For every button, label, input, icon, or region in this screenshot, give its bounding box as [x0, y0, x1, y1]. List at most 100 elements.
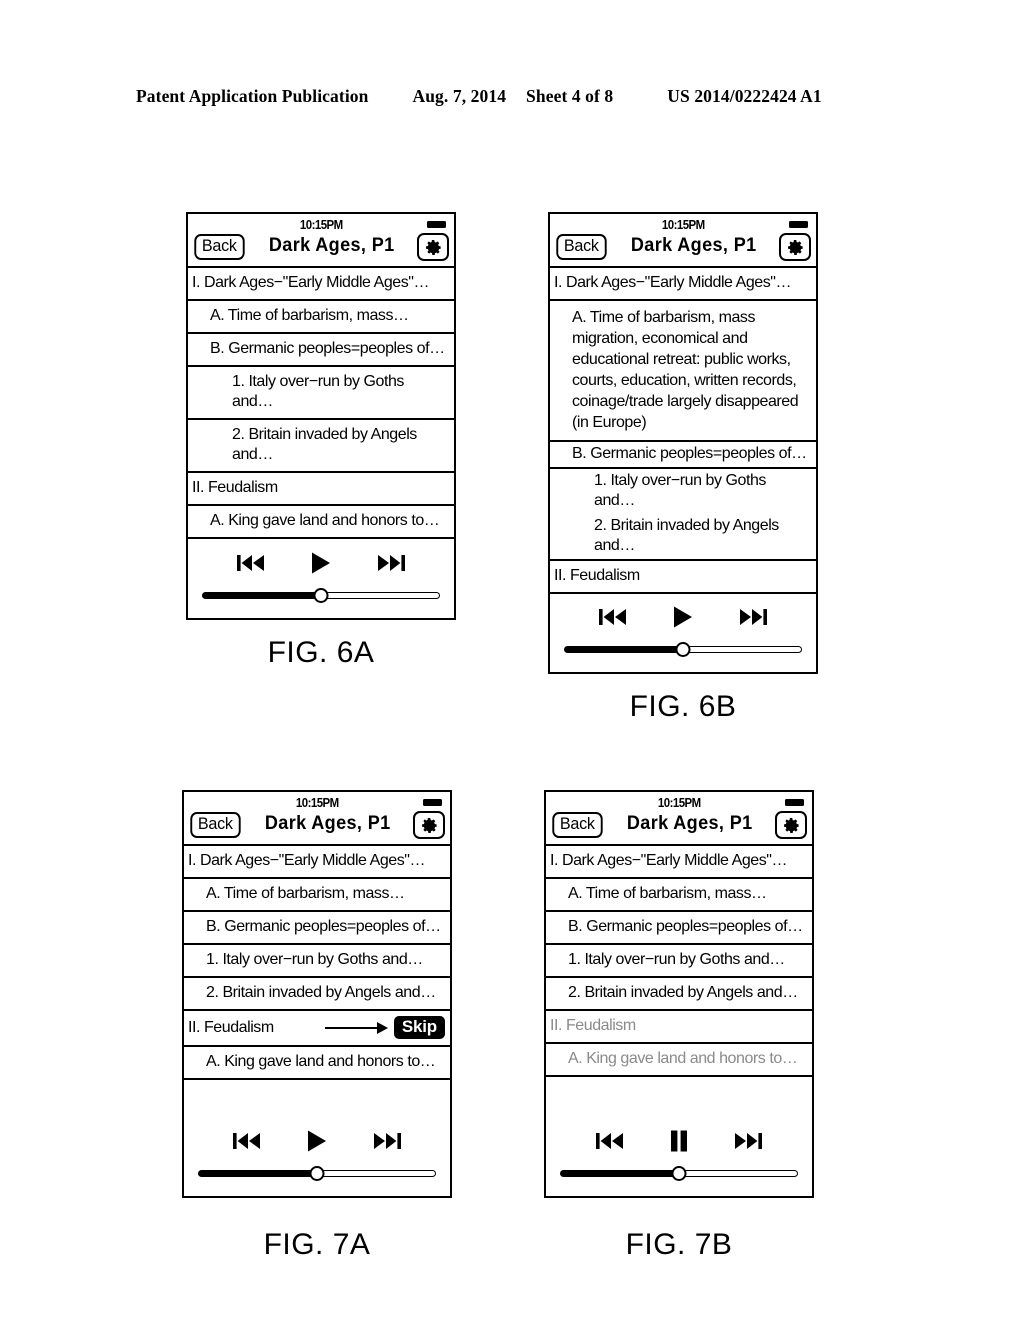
outline-row-label: A. King gave land and honors to… [206, 1053, 436, 1070]
outline-row-label: 1. Italy over−run by Goths and… [568, 951, 785, 968]
clock-label: 10:15PM [299, 217, 343, 232]
outline-row[interactable]: 2. Britain invaded by Angels and… [188, 420, 454, 473]
progress-fill [564, 645, 683, 653]
progress-remaining [683, 645, 802, 653]
outline-row[interactable]: B. Germanic peoples=peoples of… [188, 334, 454, 367]
outline-row[interactable]: B. Germanic peoples=peoples of… [550, 442, 816, 469]
play-icon[interactable] [310, 551, 332, 575]
outline-row-label: 1. Italy over−run by Goths and… [206, 951, 423, 968]
outline-row[interactable]: II. Feudalism Skip [184, 1011, 450, 1047]
settings-button[interactable] [413, 811, 445, 839]
outline-row-label: A. Time of barbarism, mass… [206, 885, 405, 902]
outline-row[interactable]: II. Feudalism [550, 561, 816, 594]
outline-row-label: A. Time of barbarism, mass… [568, 885, 767, 902]
outline-row[interactable]: A. King gave land and honors to… [188, 506, 454, 539]
skip-backward-icon[interactable] [236, 552, 266, 574]
patent-sheet-label: Sheet 4 of 8 [526, 86, 614, 106]
progress-slider[interactable] [550, 633, 816, 672]
outline-row[interactable]: A. King gave land and honors to… [184, 1047, 450, 1080]
outline-row-label: A. Time of barbarism, mass migration, ec… [572, 309, 799, 431]
transport-controls [546, 1118, 812, 1157]
back-button[interactable]: Back [556, 234, 607, 260]
outline-row-label: B. Germanic peoples=peoples of… [572, 445, 807, 462]
skip-button[interactable]: Skip [393, 1016, 445, 1039]
outline-row[interactable]: II. Feudalism [188, 473, 454, 506]
outline-row-label: 1. Italy over−run by Goths and… [594, 472, 766, 509]
play-icon[interactable] [306, 1129, 328, 1153]
settings-button[interactable] [775, 811, 807, 839]
outline-row-label: 1. Italy over−run by Goths and… [232, 373, 404, 410]
progress-track[interactable] [564, 641, 802, 657]
outline-row[interactable]: I. Dark Ages−"Early Middle Ages"… [546, 846, 812, 879]
outline-row[interactable]: 2. Britain invaded by Angels and… [184, 978, 450, 1011]
progress-track[interactable] [202, 587, 440, 603]
outline-row-label: A. King gave land and honors to… [210, 512, 440, 529]
settings-button[interactable] [779, 233, 811, 261]
clock-label: 10:15PM [661, 217, 705, 232]
outline-row[interactable]: A. Time of barbarism, mass… [184, 879, 450, 912]
figure-caption-6a: FIG. 6A [267, 636, 375, 669]
battery-icon [789, 221, 808, 228]
back-button[interactable]: Back [552, 812, 603, 838]
outline-row[interactable]: A. Time of barbarism, mass… [188, 301, 454, 334]
back-button[interactable]: Back [190, 812, 241, 838]
outline-row[interactable]: I. Dark Ages−"Early Middle Ages"… [184, 846, 450, 879]
outline-list: I. Dark Ages−"Early Middle Ages"… A. Time… [550, 268, 816, 594]
device-screen-7a: 10:15PM Back Dark Ages, P1 I. Dark Ages−"Ea… [182, 790, 452, 1198]
outline-row[interactable]: 2. Britain invaded by Angels and… [550, 514, 816, 561]
gear-icon [420, 816, 439, 835]
outline-row[interactable]: 1. Italy over−run by Goths and… [184, 945, 450, 978]
progress-fill [198, 1169, 317, 1177]
skip-backward-icon[interactable] [232, 1130, 262, 1152]
outline-row-label: 2. Britain invaded by Angels and… [232, 426, 417, 463]
progress-track[interactable] [198, 1165, 436, 1181]
titlebar: 10:15PM Back Dark Ages, P1 [546, 792, 812, 846]
outline-row-label: II. Feudalism [192, 479, 278, 496]
outline-row[interactable]: A. Time of barbarism, mass migration, ec… [550, 301, 816, 442]
outline-row[interactable]: I. Dark Ages−"Early Middle Ages"… [188, 268, 454, 301]
outline-row[interactable]: A. King gave land and honors to… [546, 1044, 812, 1077]
outline-row[interactable]: 1. Italy over−run by Goths and… [550, 469, 816, 514]
skip-forward-icon[interactable] [372, 1130, 402, 1152]
progress-thumb[interactable] [309, 1165, 325, 1181]
skip-backward-icon[interactable] [598, 606, 628, 628]
outline-row-label: II. Feudalism [188, 1018, 274, 1036]
skip-forward-icon[interactable] [376, 552, 406, 574]
titlebar: 10:15PM Back Dark Ages, P1 [550, 214, 816, 268]
outline-row[interactable]: 1. Italy over−run by Goths and… [546, 945, 812, 978]
device-screen-6a: 10:15PM Back Dark Ages, P1 I. Dark Ages−"Ea… [186, 212, 456, 620]
outline-row-label: I. Dark Ages−"Early Middle Ages"… [554, 274, 792, 291]
patent-header: Patent Application Publication Aug. 7, 2… [136, 86, 888, 107]
skip-backward-icon[interactable] [595, 1130, 625, 1152]
progress-remaining [321, 591, 440, 599]
clock-label: 10:15PM [295, 795, 339, 810]
outline-row-label: I. Dark Ages−"Early Middle Ages"… [550, 852, 788, 869]
progress-slider[interactable] [188, 579, 454, 618]
gear-icon [786, 238, 805, 257]
outline-row[interactable]: 2. Britain invaded by Angels and… [546, 978, 812, 1011]
pause-icon[interactable] [669, 1129, 689, 1153]
progress-slider[interactable] [546, 1157, 812, 1196]
progress-thumb[interactable] [675, 641, 691, 657]
outline-row[interactable]: II. Feudalism [546, 1011, 812, 1044]
progress-track[interactable] [560, 1165, 798, 1181]
play-icon[interactable] [672, 605, 694, 629]
outline-row[interactable]: I. Dark Ages−"Early Middle Ages"… [550, 268, 816, 301]
progress-thumb[interactable] [671, 1165, 687, 1181]
skip-forward-icon[interactable] [738, 606, 768, 628]
progress-thumb[interactable] [313, 587, 329, 603]
back-button[interactable]: Back [194, 234, 245, 260]
outline-row-label: A. King gave land and honors to… [568, 1050, 798, 1067]
outline-row[interactable]: A. Time of barbarism, mass… [546, 879, 812, 912]
settings-button[interactable] [417, 233, 449, 261]
outline-row[interactable]: B. Germanic peoples=peoples of… [546, 912, 812, 945]
skip-forward-icon[interactable] [733, 1130, 763, 1152]
progress-slider[interactable] [184, 1157, 450, 1196]
outline-row-label: 2. Britain invaded by Angels and… [594, 517, 779, 554]
figure-row-top: 10:15PM Back Dark Ages, P1 I. Dark Ages−"Ea… [0, 212, 1024, 724]
figure-caption-6b: FIG. 6B [629, 690, 737, 723]
right-arrow-icon [324, 1021, 388, 1034]
outline-row[interactable]: 1. Italy over−run by Goths and… [188, 367, 454, 420]
outline-row[interactable]: B. Germanic peoples=peoples of… [184, 912, 450, 945]
figure-7b: 10:15PM Back Dark Ages, P1 I. Dark Ages−"Ea… [544, 790, 814, 1262]
